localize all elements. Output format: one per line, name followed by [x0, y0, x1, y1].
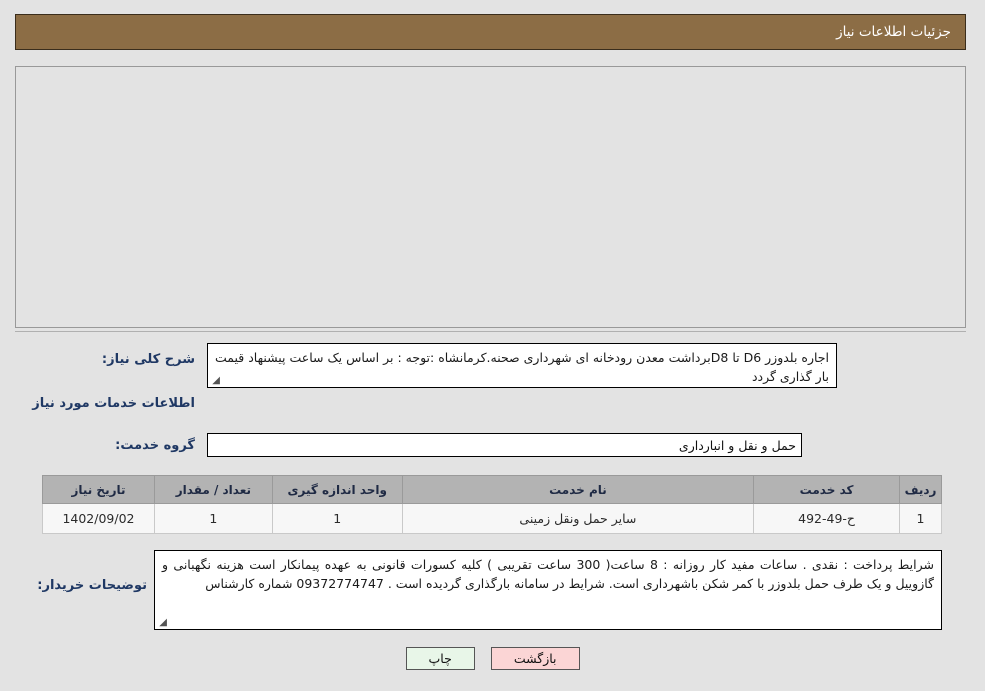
buyer-notes-label: توضیحات خریدار: [37, 578, 147, 593]
table-header-row: ردیف کد خدمت نام خدمت واحد اندازه گیری ت… [42, 475, 942, 504]
cell-index: 1 [899, 503, 942, 534]
service-group-value: حمل و نقل و انبارداری [207, 433, 802, 457]
page-root: جزئیات اطلاعات نیاز AriaTender.net شماره… [0, 0, 985, 691]
cell-quantity: 1 [153, 503, 273, 534]
table-row: 1 ح-49-492 سایر حمل ونقل زمینی 1 1 1402/… [42, 503, 942, 534]
th-index: ردیف [899, 475, 942, 504]
th-name: نام خدمت [401, 475, 755, 504]
cell-unit: 1 [271, 503, 403, 534]
buyer-notes-textarea[interactable]: شرایط پرداخت : نقدی . ساعات مفید کار روز… [154, 550, 942, 630]
button-bar: بازگشت چاپ [0, 647, 985, 670]
cell-name: سایر حمل ونقل زمینی [401, 503, 755, 534]
th-code: کد خدمت [753, 475, 901, 504]
print-button[interactable]: چاپ [405, 647, 475, 670]
cell-need-date: 1402/09/02 [42, 503, 155, 534]
th-unit: واحد اندازه گیری [271, 475, 403, 504]
th-qty: تعداد / مقدار [153, 475, 273, 504]
section-divider-top [15, 331, 966, 332]
general-desc-label: شرح کلی نیاز: [101, 352, 195, 367]
service-group-label: گروه خدمت: [115, 438, 195, 453]
resize-grip-icon[interactable]: ◢ [210, 376, 220, 386]
general-desc-textarea[interactable]: اجاره بلدوزر D6 تا D8برداشت معدن رودخانه… [207, 343, 837, 388]
resize-grip-icon-notes[interactable]: ◢ [157, 618, 167, 628]
back-button[interactable]: بازگشت [490, 647, 580, 670]
services-table: ردیف کد خدمت نام خدمت واحد اندازه گیری ت… [42, 475, 942, 534]
cell-code: ح-49-492 [753, 503, 901, 534]
need-info-panel [15, 66, 966, 328]
services-heading: اطلاعات خدمات مورد نیاز [32, 396, 195, 411]
page-title: جزئیات اطلاعات نیاز [15, 14, 966, 50]
page-title-text: جزئیات اطلاعات نیاز [836, 24, 951, 40]
th-date: تاریخ نیاز [42, 475, 155, 504]
